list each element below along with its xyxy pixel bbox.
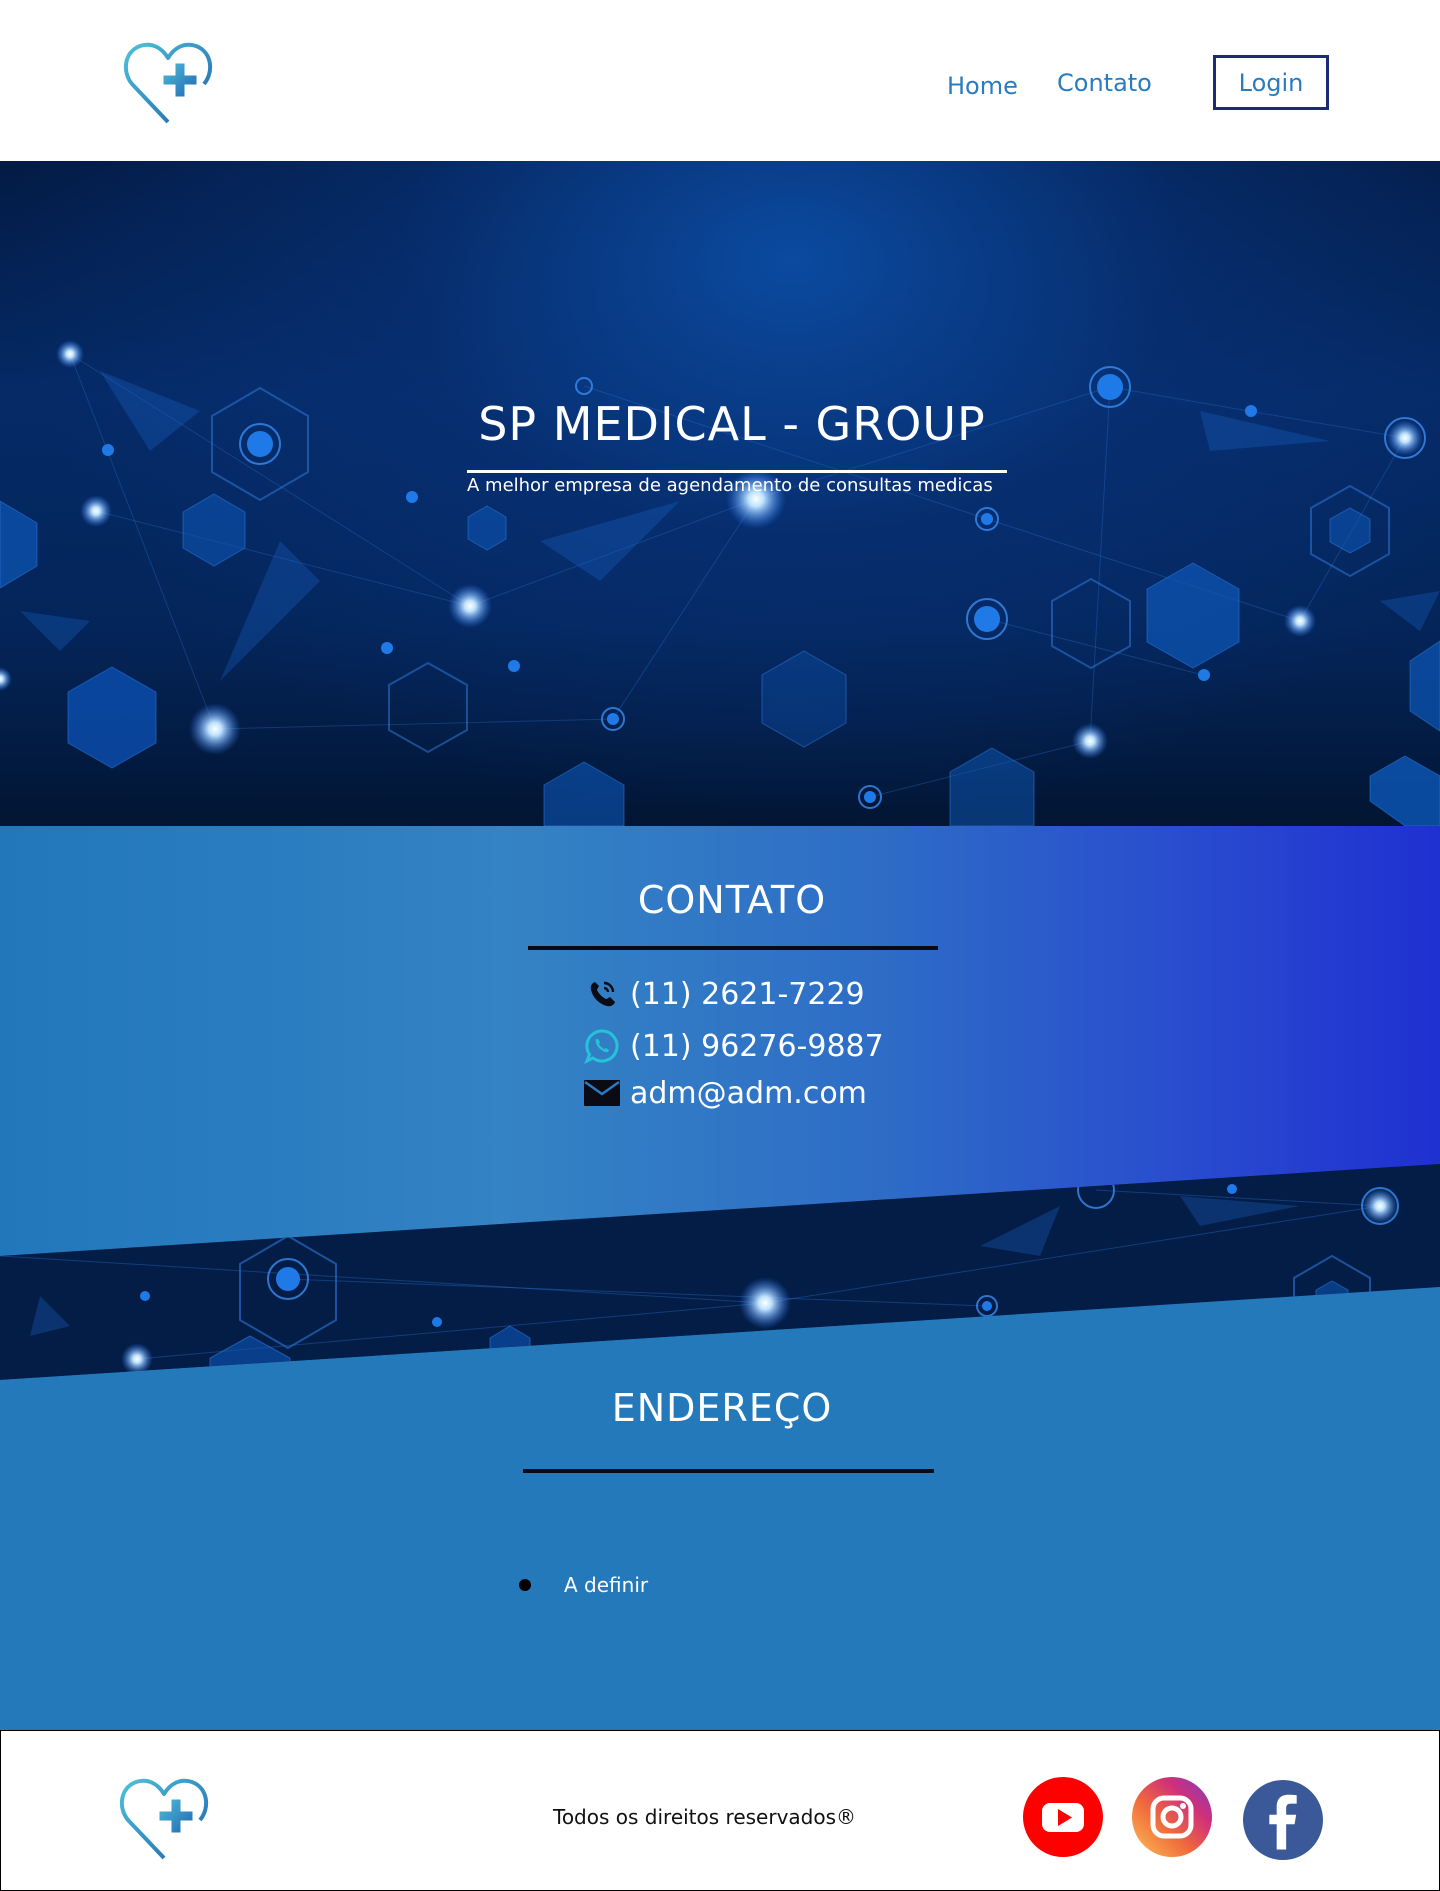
phone-icon xyxy=(583,975,621,1013)
contact-phone-row[interactable]: (11) 2621-7229 xyxy=(583,974,865,1014)
phone-number: (11) 2621-7229 xyxy=(630,976,865,1012)
site-header: Home Contato Login xyxy=(0,0,1440,161)
facebook-icon[interactable] xyxy=(1243,1780,1323,1860)
instagram-icon[interactable] xyxy=(1132,1777,1212,1857)
contact-whatsapp-row[interactable]: (11) 96276-9887 xyxy=(583,1026,884,1066)
address-list-item: A definir xyxy=(519,1573,648,1597)
address-title: ENDEREÇO xyxy=(611,1386,833,1430)
contact-section: CONTATO (11) 2621-7229 (11) 96276-9887 a… xyxy=(0,826,1440,1730)
hero-divider xyxy=(467,470,1007,473)
hero-title: SP MEDICAL - GROUP xyxy=(478,397,986,451)
nav-contato-link[interactable]: Contato xyxy=(1057,69,1152,97)
login-button[interactable]: Login xyxy=(1213,55,1329,110)
site-footer: Todos os direitos reservados® xyxy=(0,1730,1440,1891)
address-text: A definir xyxy=(564,1573,649,1597)
hero-subtitle: A melhor empresa de agendamento de consu… xyxy=(467,475,993,496)
whatsapp-icon xyxy=(583,1027,621,1065)
address-divider xyxy=(523,1469,934,1473)
bullet-icon xyxy=(519,1579,531,1591)
nav-home-link[interactable]: Home xyxy=(947,72,1018,100)
contact-divider xyxy=(528,946,938,950)
copyright-text: Todos os direitos reservados® xyxy=(553,1805,857,1829)
contact-email-row[interactable]: adm@adm.com xyxy=(583,1073,867,1113)
heart-plus-logo-icon[interactable] xyxy=(120,34,216,130)
whatsapp-number: (11) 96276-9887 xyxy=(630,1028,884,1064)
hero-banner: SP MEDICAL - GROUP A melhor empresa de a… xyxy=(0,161,1440,826)
mail-icon xyxy=(583,1074,621,1112)
email-address: adm@adm.com xyxy=(630,1075,867,1111)
contact-title: CONTATO xyxy=(637,878,827,922)
heart-plus-logo-icon[interactable] xyxy=(116,1770,212,1866)
youtube-icon[interactable] xyxy=(1023,1777,1103,1857)
